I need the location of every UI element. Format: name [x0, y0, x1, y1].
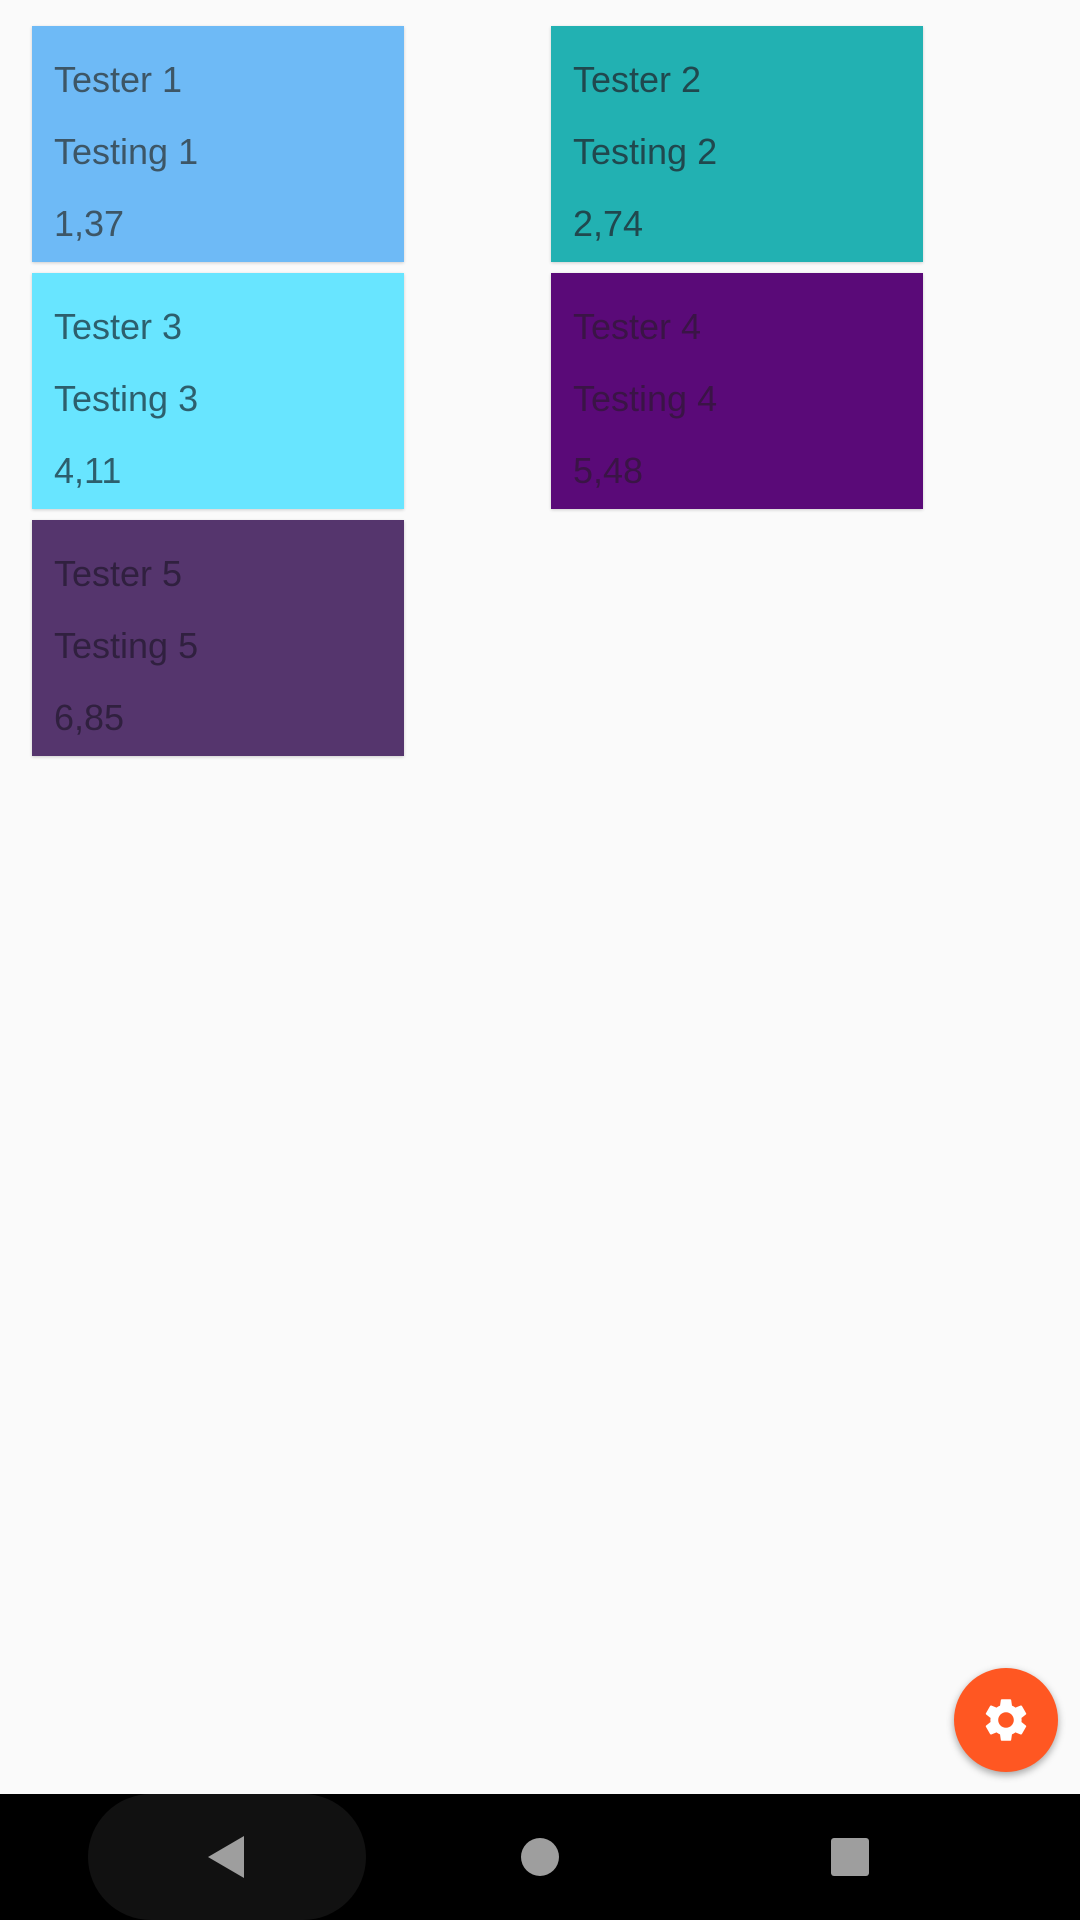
- card-subtitle: Testing 2: [573, 131, 718, 172]
- tester-card-1[interactable]: Tester 1 Testing 1 1,37: [32, 26, 404, 262]
- card-subtitle: Testing 1: [54, 131, 199, 172]
- card-value: 4,11: [54, 450, 122, 491]
- card-title: Tester 5: [54, 553, 183, 594]
- tester-card-4[interactable]: Tester 4 Testing 4 5,48: [551, 273, 923, 509]
- card-value: 6,85: [54, 697, 125, 738]
- card-title: Tester 3: [54, 306, 183, 347]
- card-subtitle: Testing 5: [54, 625, 199, 666]
- tester-card-3[interactable]: Tester 3 Testing 3 4,11: [32, 273, 404, 509]
- tester-card-5[interactable]: Tester 5 Testing 5 6,85: [32, 520, 404, 756]
- card-value: 5,48: [573, 450, 644, 491]
- card-subtitle: Testing 3: [54, 378, 199, 419]
- recents-button[interactable]: [820, 1822, 880, 1892]
- tester-card-2[interactable]: Tester 2 Testing 2 2,74: [551, 26, 923, 262]
- settings-fab-button[interactable]: [954, 1668, 1058, 1772]
- recents-square-icon: [830, 1837, 870, 1877]
- home-circle-icon: [520, 1837, 560, 1877]
- system-navigation-bar: [0, 1794, 1080, 1920]
- card-title: Tester 1: [54, 59, 183, 100]
- card-subtitle: Testing 4: [573, 378, 718, 419]
- back-button[interactable]: [196, 1822, 256, 1892]
- card-value: 2,74: [573, 203, 644, 244]
- gear-icon: [980, 1694, 1032, 1746]
- card-value: 1,37: [54, 203, 125, 244]
- card-title: Tester 4: [573, 306, 702, 347]
- home-button[interactable]: [510, 1822, 570, 1892]
- card-title: Tester 2: [573, 59, 702, 100]
- back-triangle-icon: [206, 1834, 246, 1880]
